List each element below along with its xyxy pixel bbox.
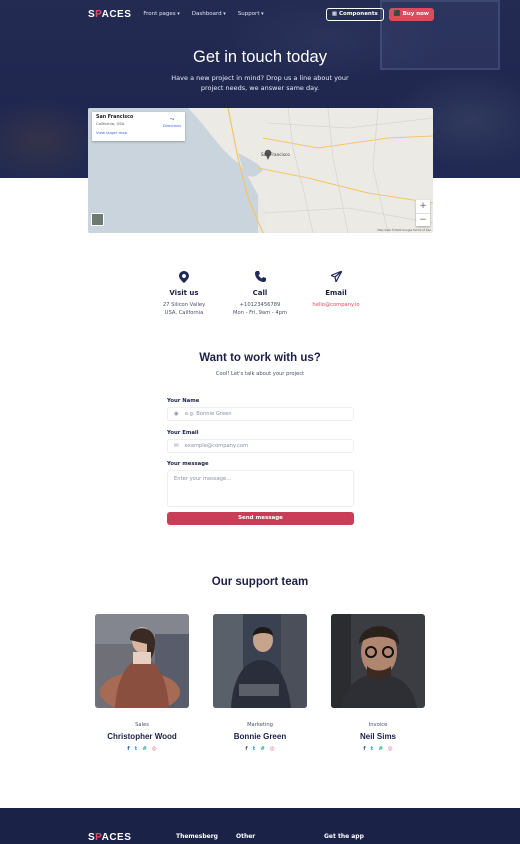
- twitter-icon[interactable]: t: [135, 746, 138, 752]
- name-label: Your Name: [167, 398, 200, 404]
- map-city-label: San Francisco: [261, 152, 290, 157]
- form-title: Want to work with us?: [199, 352, 321, 364]
- contact-title: Email: [325, 289, 347, 297]
- footer-logo[interactable]: SPACES: [88, 832, 131, 843]
- navbar: SPACES Front pages Dashboard Support ▦ C…: [88, 6, 434, 22]
- team-member-name: Christopher Wood: [107, 732, 177, 741]
- cart-icon: ⬛: [393, 11, 401, 17]
- name-placeholder: e.g. Bonnie Green: [184, 411, 232, 417]
- nav-support[interactable]: Support: [238, 11, 264, 17]
- map-zoom-controls: + −: [416, 200, 430, 226]
- team-title: Our support team: [211, 576, 309, 588]
- slack-icon[interactable]: #: [142, 746, 147, 752]
- dribbble-icon[interactable]: ◎: [270, 746, 275, 752]
- book-icon: ▦: [331, 11, 338, 17]
- contact-email-link[interactable]: hello@company.io: [291, 301, 381, 309]
- directions-icon: ⤳: [169, 116, 175, 123]
- zoom-in-button[interactable]: +: [416, 200, 430, 213]
- email-placeholder: example@company.com: [184, 443, 249, 449]
- directions-label: Directions: [162, 124, 181, 128]
- components-label: Components: [339, 11, 378, 17]
- team-member-card: Invoice Neil Sims f t # ◎: [331, 614, 425, 752]
- form-subtitle: Cool! Let's talk about your project: [215, 371, 305, 377]
- nav-front-pages[interactable]: Front pages: [143, 11, 179, 17]
- satellite-toggle[interactable]: [91, 213, 104, 226]
- team-member-card: Sales Christopher Wood f t # ◎: [95, 614, 189, 752]
- twitter-icon[interactable]: t: [253, 746, 256, 752]
- footer-col-other: Other: [236, 833, 256, 840]
- message-placeholder: Enter your message...: [174, 476, 232, 482]
- directions-button[interactable]: ⤳ Directions: [163, 116, 181, 128]
- team-member-role: Sales: [135, 722, 149, 728]
- team-member-photo: [95, 614, 189, 708]
- dribbble-icon[interactable]: ◎: [152, 746, 157, 752]
- facebook-icon[interactable]: f: [127, 746, 129, 752]
- map-attribution: Map data ©2020 Google Terms of Use: [377, 228, 431, 232]
- slack-icon[interactable]: #: [378, 746, 383, 752]
- send-message-button[interactable]: Send message: [167, 512, 354, 525]
- social-links: f t # ◎: [95, 746, 189, 752]
- nav-links: Front pages Dashboard Support: [143, 11, 263, 17]
- team-member-photo: [213, 614, 307, 708]
- email-label: Your Email: [167, 430, 199, 436]
- dribbble-icon[interactable]: ◎: [388, 746, 393, 752]
- logo[interactable]: SPACES: [88, 9, 131, 20]
- user-icon: ◉: [174, 411, 179, 417]
- team-member-role: Invoice: [368, 722, 388, 728]
- google-map[interactable]: San Francisco San Francisco California, …: [88, 108, 433, 233]
- components-button[interactable]: ▦ Components: [325, 7, 384, 21]
- twitter-icon[interactable]: t: [371, 746, 374, 752]
- slack-icon[interactable]: #: [260, 746, 265, 752]
- buy-now-button[interactable]: ⬛ Buy now: [388, 7, 434, 21]
- social-links: f t # ◎: [213, 746, 307, 752]
- team-member-role: Marketing: [247, 722, 273, 728]
- facebook-icon[interactable]: f: [363, 746, 365, 752]
- team-member-card: Marketing Bonnie Green f t # ◎: [213, 614, 307, 752]
- nav-dashboard[interactable]: Dashboard: [192, 11, 226, 17]
- footer-col-themesberg: Themesberg: [176, 833, 218, 840]
- footer-col-get-app: Get the app: [324, 833, 364, 840]
- social-links: f t # ◎: [331, 746, 425, 752]
- footer: SPACES Themesberg Other Get the app: [0, 808, 520, 844]
- email-field[interactable]: ✉ example@company.com: [167, 439, 354, 453]
- team-member-photo: [331, 614, 425, 708]
- hero-subtitle: Have a new project in mind? Drop us a li…: [171, 74, 349, 92]
- team-member-name: Bonnie Green: [233, 732, 287, 741]
- buy-now-label: Buy now: [402, 11, 429, 17]
- message-label: Your message: [167, 461, 209, 467]
- team-member-name: Neil Sims: [359, 732, 396, 741]
- page-title: Get in touch today: [193, 48, 327, 66]
- zoom-out-button[interactable]: −: [416, 213, 430, 227]
- send-icon: [291, 270, 381, 285]
- nav-actions: ▦ Components ⬛ Buy now: [325, 7, 434, 21]
- facebook-icon[interactable]: f: [245, 746, 247, 752]
- name-field[interactable]: ◉ e.g. Bonnie Green: [167, 407, 354, 421]
- map-place-card: San Francisco California, USA View large…: [92, 112, 185, 141]
- contact-email: Email hello@company.io: [291, 270, 381, 309]
- message-textarea[interactable]: Enter your message...: [167, 470, 354, 507]
- view-larger-map-link[interactable]: View larger map: [96, 130, 181, 135]
- envelope-icon: ✉: [174, 443, 179, 449]
